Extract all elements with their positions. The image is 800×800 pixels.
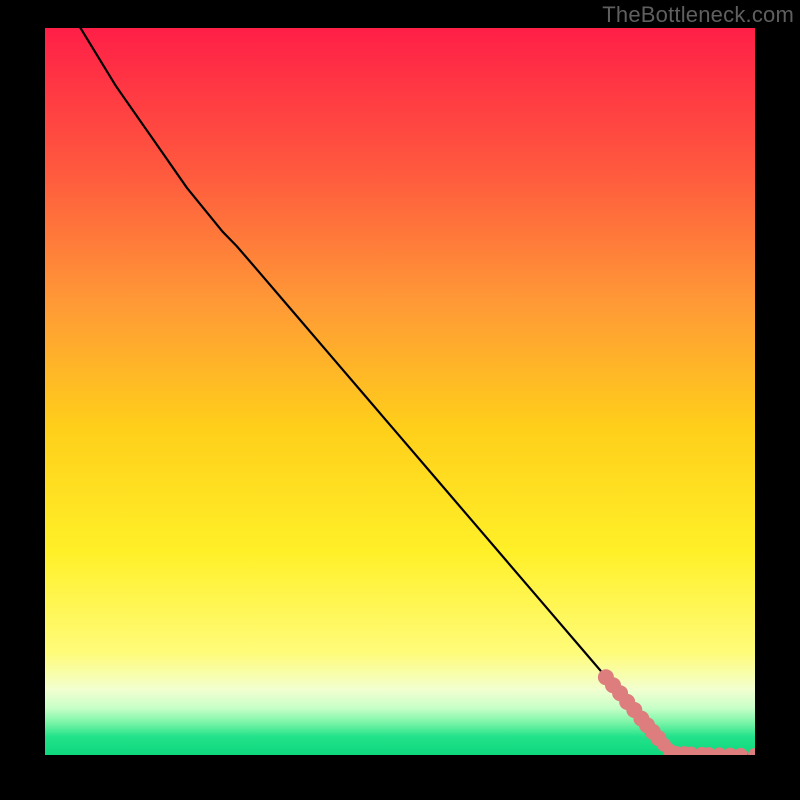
plot-area [45,28,755,755]
watermark-text: TheBottleneck.com [602,2,794,28]
chart-svg [45,28,755,755]
chart-frame: { "watermark": "TheBottleneck.com", "col… [0,0,800,800]
